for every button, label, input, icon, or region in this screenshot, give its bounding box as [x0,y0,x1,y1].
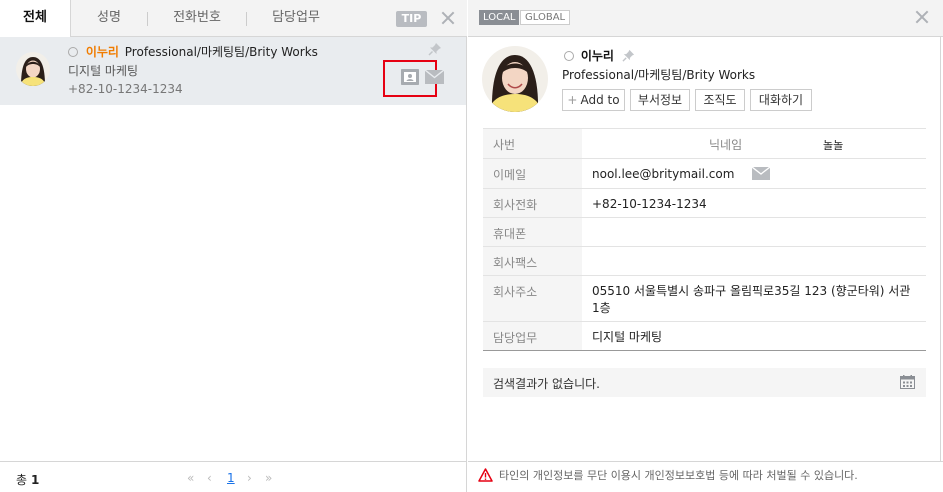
scope-local-button[interactable]: LOCAL [479,10,520,25]
nickname-label: 닉네임 [709,138,743,152]
duty-label: 담당업무 [483,322,582,350]
total-label: 총 [16,473,28,487]
profile-name: 이누리 [580,49,614,63]
info-row-office-phone: 회사전화 +82-10-1234-1234 [483,189,926,218]
profile-avatar [482,46,548,112]
info-row-duty: 담당업무 디지털 마케팅 [483,322,926,351]
info-row-address: 회사주소 05510 서울특별시 송파구 올림픽로35길 123 (향군타워) … [483,276,926,322]
last-page-button[interactable]: » [265,471,272,485]
dept-info-button[interactable]: 부서정보 [630,89,690,111]
result-department: 디지털 마케팅 [68,64,139,78]
email-value-cell: nool.lee@britymail.com [582,159,926,183]
mail-icon[interactable] [752,167,771,180]
mail-icon[interactable] [425,70,444,84]
result-title: 이누리 Professional/마케팅팀/Brity Works [68,43,318,60]
tab-name[interactable]: 성명 [71,0,147,37]
emp-no-value [582,129,926,136]
result-phone: +82-10-1234-1234 [68,82,183,96]
calendar-icon[interactable] [900,375,915,389]
detail-header: LOCAL GLOBAL [468,0,943,37]
profile-title: 이누리 [564,47,635,64]
tab-duty[interactable]: 담당업무 [247,0,345,37]
result-name[interactable]: 이누리 [86,45,119,59]
plus-icon: + [567,93,578,107]
profile-info-table: 사번 닉네임 놀놀 이메일 nool.lee@britymail.com 회사전… [483,128,926,351]
fax-value [582,247,926,254]
privacy-warning-text: 타인의 개인정보를 무단 이용시 개인정보보호법 등에 따라 처벌될 수 있습니… [499,469,858,482]
office-phone-value: +82-10-1234-1234 [592,197,707,211]
nickname-value: 놀놀 [823,139,844,152]
info-row-email: 이메일 nool.lee@britymail.com [483,159,926,189]
page-number-link[interactable]: 1 [227,471,235,485]
chat-button[interactable]: 대화하기 [750,89,812,111]
email-label: 이메일 [483,159,582,188]
mobile-label: 휴대폰 [483,218,582,246]
privacy-footer: 타인의 개인정보를 무단 이용시 개인정보보호법 등에 따라 처벌될 수 있습니… [468,461,943,492]
contact-card-icon[interactable] [401,69,419,85]
add-to-button[interactable]: + Add to [562,89,625,111]
presence-status-icon [68,47,78,57]
fax-label: 회사팩스 [483,247,582,275]
first-page-button[interactable]: « [187,471,194,485]
pin-icon[interactable] [622,49,635,62]
profile-org: Professional/마케팅팀/Brity Works [562,68,756,82]
close-icon[interactable] [441,11,455,25]
next-page-button[interactable]: › [247,471,252,485]
address-label: 회사주소 [483,276,582,321]
tab-all[interactable]: 전체 [0,0,71,38]
total-number: 1 [31,473,40,487]
duty-value: 디지털 마케팅 [592,330,663,344]
tab-phone[interactable]: 전화번호 [148,0,246,37]
search-result-text: 검색결과가 없습니다. [493,377,600,391]
tip-button[interactable]: TIP [396,11,427,27]
list-footer: 총1 « ‹ 1 › » [0,461,467,492]
add-to-label: Add to [580,93,620,107]
presence-status-icon [564,51,574,61]
mobile-value [582,218,926,225]
address-value: 05510 서울특별시 송파구 올림픽로35길 123 (향군타워) 서관 1층 [592,284,911,315]
detail-panel: LOCAL GLOBAL 이누리 Professional/마케팅팀/Brity… [468,0,943,492]
prev-page-button[interactable]: ‹ [207,471,212,485]
email-value[interactable]: nool.lee@britymail.com [592,167,734,181]
search-tabs: 전체 성명 전화번호 담당업무 TIP [0,0,467,38]
total-count: 총1 [16,471,39,488]
schedule-bar: 검색결과가 없습니다. [483,368,926,397]
close-icon[interactable] [915,10,929,24]
info-row-mobile: 휴대폰 [483,218,926,247]
info-row-fax: 회사팩스 [483,247,926,276]
office-phone-label: 회사전화 [483,189,582,217]
result-org: Professional/마케팅팀/Brity Works [124,45,318,59]
info-row-emp-no: 사번 닉네임 놀놀 [483,129,926,159]
emp-no-label: 사번 [483,129,582,158]
warning-icon [478,468,493,482]
search-list-panel: 전체 성명 전화번호 담당업무 TIP 이누리 Professional/마케팅… [0,0,467,492]
org-chart-button[interactable]: 조직도 [695,89,745,111]
avatar [16,52,50,86]
scope-global-button[interactable]: GLOBAL [520,10,571,25]
profile-body: 이누리 Professional/마케팅팀/Brity Works + Add t… [468,37,941,461]
pin-icon[interactable] [428,42,442,56]
